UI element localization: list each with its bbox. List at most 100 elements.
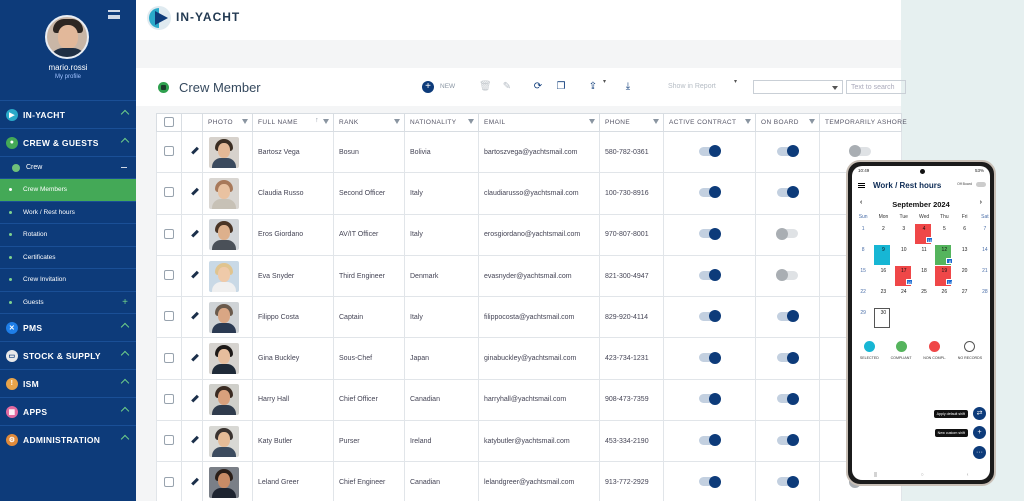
sidebar-item-guests[interactable]: Guests + [0, 290, 136, 314]
column-header-photo[interactable]: PHOTO [202, 113, 253, 132]
on-board-toggle[interactable] [777, 475, 799, 488]
active-contract-toggle[interactable] [699, 434, 721, 447]
on-board-cell[interactable] [755, 378, 820, 422]
row-checkbox[interactable] [164, 352, 174, 363]
sidebar-item-crew-members[interactable]: Crew Members [0, 178, 136, 201]
row-edit-cell[interactable] [181, 420, 203, 463]
new-plus-icon[interactable]: + [422, 81, 434, 93]
active-contract-cell[interactable] [663, 254, 756, 298]
column-header-rank[interactable]: RANK [333, 113, 405, 132]
calendar-day[interactable]: 8 12 [934, 245, 954, 266]
temporarily-ashore-toggle[interactable] [849, 145, 871, 158]
calendar-day[interactable]: 30 [873, 308, 893, 329]
calendar-day[interactable]: 14 [975, 245, 990, 266]
on-board-cell[interactable] [755, 254, 820, 298]
on-board-toggle[interactable] [777, 351, 799, 364]
column-header-nationality[interactable]: NATIONALITY [404, 113, 479, 132]
row-checkbox[interactable] [164, 476, 174, 487]
row-checkbox[interactable] [164, 146, 174, 157]
row-checkbox-cell[interactable] [156, 254, 182, 298]
edit-pencil-icon[interactable] [188, 393, 199, 404]
row-checkbox-cell[interactable] [156, 337, 182, 380]
table-row[interactable]: Bartosz Vega Bosun Bolivia bartoszvega@yach… [156, 130, 902, 174]
calendar-day[interactable]: 5 [934, 224, 954, 245]
on-board-cell[interactable] [755, 296, 820, 339]
calendar-day[interactable]: 16 4 [914, 224, 934, 245]
table-row[interactable]: Filippo Costa Captain Italy filippocosta@ya… [156, 296, 902, 339]
row-edit-cell[interactable] [181, 130, 203, 174]
on-board-toggle[interactable] [777, 434, 799, 447]
row-edit-cell[interactable] [181, 337, 203, 380]
on-board-cell[interactable] [755, 213, 820, 256]
row-checkbox[interactable] [164, 393, 174, 404]
column-header-email[interactable]: EMAIL [478, 113, 600, 132]
copy-icon[interactable]: ❐ [555, 81, 567, 93]
row-edit-cell[interactable] [181, 172, 203, 215]
table-row[interactable]: Eva Snyder Third Engineer Denmark evasnyder… [156, 254, 902, 298]
calendar-day[interactable]: 16 17 [894, 266, 914, 287]
active-contract-cell[interactable] [663, 378, 756, 422]
next-month-icon[interactable]: › [980, 199, 982, 206]
column-header-on-board[interactable]: ON BOARD [755, 113, 820, 132]
edit-pencil-icon[interactable] [188, 352, 199, 363]
calendar-day[interactable]: 1 [853, 224, 873, 245]
row-checkbox-cell[interactable] [156, 461, 182, 501]
active-contract-toggle[interactable] [699, 392, 721, 405]
search-input[interactable]: Text to search [846, 80, 906, 94]
active-contract-toggle[interactable] [699, 310, 721, 323]
active-contract-toggle[interactable] [699, 227, 721, 240]
active-contract-cell[interactable] [663, 296, 756, 339]
calendar-day[interactable]: 3 [894, 224, 914, 245]
calendar-day[interactable]: 10 [894, 245, 914, 266]
nav-section-in-yacht[interactable]: ▶ IN-YACHT [0, 100, 136, 128]
table-row[interactable]: Claudia Russo Second Officer Italy claudiar… [156, 172, 902, 215]
edit-icon[interactable]: ✎ [501, 81, 513, 93]
filter-icon[interactable] [323, 119, 329, 124]
nav-section-pms[interactable]: ✕ PMS [0, 313, 136, 341]
on-board-cell[interactable] [755, 130, 820, 174]
more-options-icon[interactable]: ··· [973, 446, 986, 459]
row-checkbox-cell[interactable] [156, 378, 182, 422]
off-board-toggle[interactable] [976, 182, 986, 187]
column-header-full-name[interactable]: FULL NAME ↑ [252, 113, 334, 132]
on-board-cell[interactable] [755, 337, 820, 380]
on-board-toggle[interactable] [777, 186, 799, 199]
default-shift-icon[interactable]: ⇄ [973, 407, 986, 420]
row-checkbox-cell[interactable] [156, 130, 182, 174]
row-edit-cell[interactable] [181, 296, 203, 339]
active-contract-cell[interactable] [663, 420, 756, 463]
on-board-toggle[interactable] [777, 145, 799, 158]
filter-icon[interactable] [242, 119, 248, 124]
calendar-day[interactable]: 28 [975, 287, 990, 308]
nav-section-administration[interactable]: ⚙ ADMINISTRATION [0, 425, 136, 453]
filter-icon[interactable] [468, 119, 474, 124]
row-checkbox-cell[interactable] [156, 213, 182, 256]
refresh-icon[interactable]: ⟳ [532, 81, 544, 93]
avatar[interactable] [45, 15, 89, 59]
active-contract-cell[interactable] [663, 461, 756, 501]
row-edit-cell[interactable] [181, 213, 203, 256]
edit-pencil-icon[interactable] [188, 311, 199, 322]
calendar-day[interactable]: 11 [914, 245, 934, 266]
nav-group-crew[interactable]: Crew [0, 156, 136, 178]
calendar-day[interactable]: 26 [934, 287, 954, 308]
nav-section-apps[interactable]: ▦ APPS [0, 397, 136, 425]
calendar-day[interactable]: 9 [873, 245, 893, 266]
calendar-day[interactable]: 7 [975, 224, 990, 245]
table-row[interactable]: Harry Hall Chief Officer Canadian harryhall… [156, 378, 902, 422]
export-dropdown-icon[interactable]: ▾ [603, 78, 606, 85]
prev-month-icon[interactable]: ‹ [860, 199, 862, 206]
sidebar-item-certificates[interactable]: Certificates [0, 245, 136, 269]
active-contract-toggle[interactable] [699, 351, 721, 364]
nav-section-crew-guests[interactable]: ● CREW & GUESTS [0, 128, 136, 156]
row-checkbox[interactable] [164, 228, 174, 239]
my-profile-link[interactable]: My profile [0, 74, 136, 80]
active-contract-cell[interactable] [663, 213, 756, 256]
edit-pencil-icon[interactable] [188, 476, 199, 487]
calendar-day[interactable]: 14 19 [934, 266, 954, 287]
active-contract-toggle[interactable] [699, 145, 721, 158]
calendar-day[interactable]: 16 [873, 266, 893, 287]
sidebar-item-rotation[interactable]: Rotation [0, 223, 136, 246]
on-board-cell[interactable] [755, 461, 820, 501]
filter-icon[interactable] [745, 119, 751, 124]
